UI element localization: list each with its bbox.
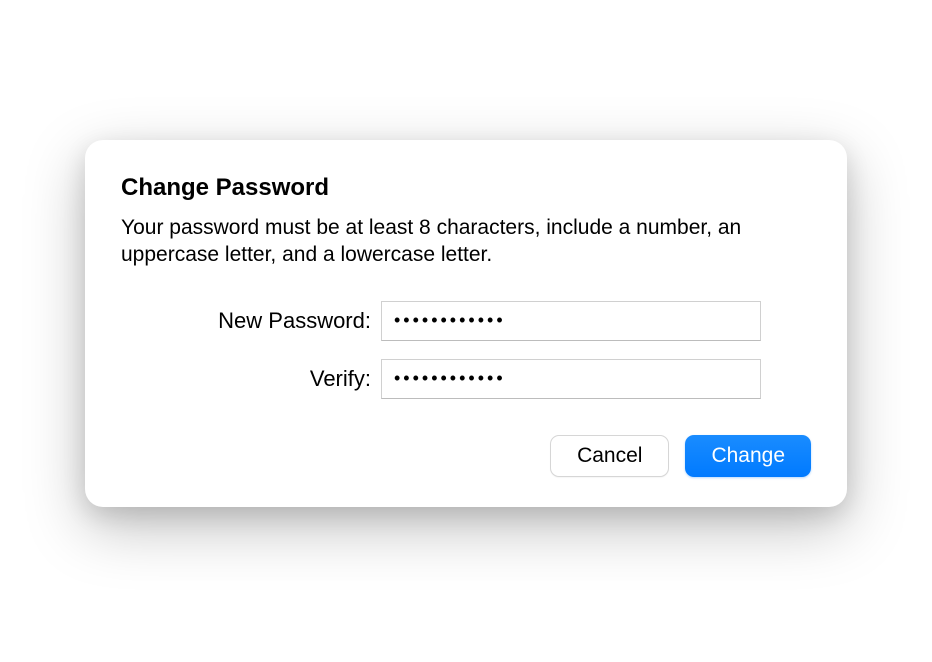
- dialog-description: Your password must be at least 8 charact…: [121, 214, 811, 269]
- new-password-row: New Password:: [121, 301, 811, 341]
- verify-password-row: Verify:: [121, 359, 811, 399]
- cancel-button[interactable]: Cancel: [550, 435, 669, 477]
- new-password-input[interactable]: [381, 301, 761, 341]
- dialog-title: Change Password: [121, 174, 811, 202]
- verify-password-label: Verify:: [121, 366, 381, 392]
- new-password-label: New Password:: [121, 308, 381, 334]
- change-password-dialog: Change Password Your password must be at…: [85, 140, 847, 507]
- dialog-button-row: Cancel Change: [121, 435, 811, 477]
- change-button[interactable]: Change: [685, 435, 811, 477]
- verify-password-input[interactable]: [381, 359, 761, 399]
